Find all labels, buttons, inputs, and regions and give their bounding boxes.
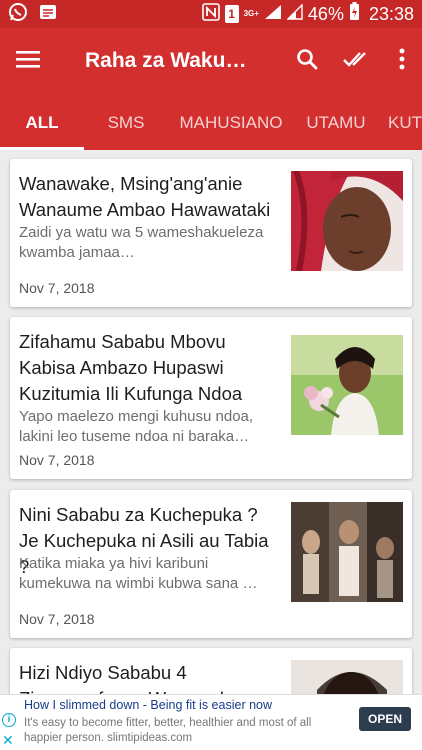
post-thumbnail xyxy=(291,660,403,694)
post-feed: Wanawake, Msing'ang'anie Wanaume Ambao H… xyxy=(0,150,422,694)
post-thumbnail xyxy=(291,502,403,602)
search-icon xyxy=(296,48,318,75)
post-title: Hizi Ndiyo Sababu 4 Zinazowafanya Wanawa… xyxy=(19,662,239,694)
post-excerpt: Zaidi ya watu wa 5 wameshakueleza kwamba… xyxy=(19,224,264,261)
status-bar: 1 3G+ 46% 23:38 xyxy=(0,0,422,28)
post-thumbnail xyxy=(291,335,403,435)
app-bar: Raha za Wakubwa xyxy=(0,28,422,94)
tab-mahusiano[interactable]: MAHUSIANO xyxy=(168,94,294,150)
email-icon xyxy=(38,2,58,27)
clock: 23:38 xyxy=(368,3,414,24)
nfc-icon xyxy=(201,2,220,26)
menu-icon xyxy=(16,49,40,74)
tab-utamu[interactable]: UTAMU xyxy=(294,94,378,150)
network-type: 3G+ xyxy=(243,9,259,18)
double-check-icon xyxy=(343,49,371,74)
post-card[interactable]: Zifahamu Sababu Mbovu Kabisa Ambazo Hupa… xyxy=(10,317,412,479)
post-date: Nov 7, 2018 xyxy=(19,452,95,468)
sim-badge: 1 xyxy=(224,5,239,23)
post-excerpt: Yapo maelezo mengi kuhusu ndoa, lakini l… xyxy=(19,408,254,445)
battery-charging-icon xyxy=(349,2,360,26)
menu-button[interactable] xyxy=(0,28,56,94)
battery-percent: 46% xyxy=(307,3,344,24)
post-thumbnail xyxy=(291,171,403,271)
category-tabs: ALL SMS MAHUSIANO UTAMU KUTOMBANA xyxy=(0,94,422,150)
post-card[interactable]: Wanawake, Msing'ang'anie Wanaume Ambao H… xyxy=(10,159,412,307)
overflow-menu-button[interactable] xyxy=(382,28,422,94)
more-vert-icon xyxy=(399,48,405,75)
post-date: Nov 7, 2018 xyxy=(19,280,95,296)
whatsapp-icon xyxy=(8,2,28,27)
signal-2-icon xyxy=(286,2,303,25)
app-title: Raha za Wakubwa xyxy=(85,49,253,72)
post-excerpt: Katika miaka ya hivi karibuni kumekuwa n… xyxy=(19,555,258,592)
post-card[interactable]: Hizi Ndiyo Sababu 4 Zinazowafanya Wanawa… xyxy=(10,648,412,694)
search-button[interactable] xyxy=(282,28,332,94)
ad-body: It's easy to become fitter, better, heal… xyxy=(24,717,312,744)
post-card[interactable]: Nini Sababu za Kuchepuka ? Je Kuchepuka … xyxy=(10,490,412,638)
ad-banner[interactable]: i ✕ How I slimmed down - Being fit is ea… xyxy=(0,694,422,750)
tab-kutombana[interactable]: KUTOMBANA xyxy=(388,94,422,150)
ad-open-button[interactable]: OPEN xyxy=(359,707,411,731)
info-icon[interactable]: i xyxy=(2,713,16,727)
signal-icon xyxy=(264,4,282,25)
ad-headline[interactable]: How I slimmed down - Being fit is easier… xyxy=(24,698,272,712)
post-title: Wanawake, Msing'ang'anie Wanaume Ambao H… xyxy=(19,173,271,220)
tab-all[interactable]: ALL xyxy=(0,94,84,150)
mark-all-read-button[interactable] xyxy=(332,28,382,94)
post-date: Nov 7, 2018 xyxy=(19,611,95,627)
close-icon[interactable]: ✕ xyxy=(2,732,14,749)
tab-sms[interactable]: SMS xyxy=(84,94,168,150)
post-title: Zifahamu Sababu Mbovu Kabisa Ambazo Hupa… xyxy=(19,331,243,404)
